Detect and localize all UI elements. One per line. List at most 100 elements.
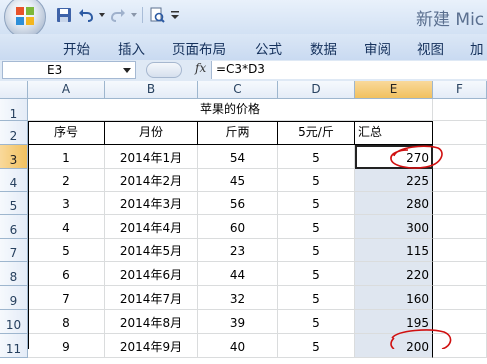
tab-formulas[interactable]: 公式 <box>255 38 282 58</box>
tab-page-layout[interactable]: 页面布局 <box>172 38 226 58</box>
cell-weight[interactable]: 56 <box>198 192 278 215</box>
cell-f[interactable] <box>433 262 487 286</box>
column-header-c[interactable]: C <box>198 81 278 99</box>
cell-total[interactable]: 220 <box>355 262 433 286</box>
cell-month[interactable]: 2014年8月 <box>105 310 198 334</box>
cell-total[interactable]: 300 <box>355 215 433 239</box>
header-cell-weight[interactable]: 斤两 <box>198 121 278 145</box>
tab-addins[interactable]: 加 <box>470 38 484 58</box>
column-header-b[interactable]: B <box>105 81 198 99</box>
cell-f2[interactable] <box>433 121 487 145</box>
redo-dropdown-icon[interactable] <box>130 5 138 25</box>
cell-month[interactable]: 2014年7月 <box>105 286 198 310</box>
chevron-down-icon[interactable] <box>123 68 131 73</box>
cell-f[interactable] <box>433 192 487 215</box>
cell-month[interactable]: 2014年6月 <box>105 262 198 286</box>
column-header-e[interactable]: E <box>355 81 433 99</box>
cell-index[interactable]: 5 <box>28 239 105 262</box>
row-header-3[interactable]: 3 <box>0 145 28 169</box>
cell-index[interactable]: 7 <box>28 286 105 310</box>
cell-total[interactable]: 200 <box>355 334 433 358</box>
save-icon[interactable] <box>54 5 74 25</box>
cell-price[interactable]: 5 <box>278 192 355 215</box>
row-header-1[interactable]: 1 <box>0 99 28 121</box>
cell-price[interactable]: 5 <box>278 169 355 192</box>
row-header-10[interactable]: 10 <box>0 310 28 334</box>
tab-view[interactable]: 视图 <box>417 38 444 58</box>
cell-weight[interactable]: 23 <box>198 239 278 262</box>
office-button[interactable] <box>4 0 46 38</box>
row-header-5[interactable]: 5 <box>0 192 28 215</box>
cell-month[interactable]: 2014年1月 <box>105 145 198 169</box>
cell-month[interactable]: 2014年2月 <box>105 169 198 192</box>
cell-index[interactable]: 2 <box>28 169 105 192</box>
cell-total[interactable]: 280 <box>355 192 433 215</box>
cell-month[interactable]: 2014年9月 <box>105 334 198 358</box>
select-all-corner[interactable] <box>0 81 28 99</box>
row-header-7[interactable]: 7 <box>0 239 28 262</box>
cell-index[interactable]: 8 <box>28 310 105 334</box>
cell-f[interactable] <box>433 310 487 334</box>
name-box[interactable]: E3 <box>2 61 136 79</box>
cell-price[interactable]: 5 <box>278 215 355 239</box>
cell-month[interactable]: 2014年5月 <box>105 239 198 262</box>
row-header-4[interactable]: 4 <box>0 169 28 192</box>
column-header-f[interactable]: F <box>433 81 487 99</box>
column-header-d[interactable]: D <box>278 81 355 99</box>
cell-total[interactable]: 270 <box>355 145 433 169</box>
cell-weight[interactable]: 32 <box>198 286 278 310</box>
tab-data[interactable]: 数据 <box>310 38 337 58</box>
cell-index[interactable]: 4 <box>28 215 105 239</box>
cell-month[interactable]: 2014年3月 <box>105 192 198 215</box>
cell-total[interactable]: 115 <box>355 239 433 262</box>
redo-icon[interactable] <box>108 5 128 25</box>
row-header-2[interactable]: 2 <box>0 121 28 145</box>
undo-dropdown-icon[interactable] <box>98 5 106 25</box>
header-cell-index[interactable]: 序号 <box>28 121 105 145</box>
tab-home[interactable]: 开始 <box>63 38 90 58</box>
customize-dropdown-icon[interactable] <box>169 5 181 25</box>
cell-weight[interactable]: 54 <box>198 145 278 169</box>
cell-index[interactable]: 1 <box>28 145 105 169</box>
tab-review[interactable]: 审阅 <box>364 38 391 58</box>
cell-price[interactable]: 5 <box>278 334 355 358</box>
header-cell-month[interactable]: 月份 <box>105 121 198 145</box>
cell-index[interactable]: 9 <box>28 334 105 358</box>
row-header-6[interactable]: 6 <box>0 215 28 239</box>
cell-f[interactable] <box>433 239 487 262</box>
formula-bar-buttons[interactable] <box>146 62 182 78</box>
cell-total[interactable]: 160 <box>355 286 433 310</box>
cell-total[interactable]: 195 <box>355 310 433 334</box>
sheet-title-cell[interactable]: 苹果的价格 <box>28 99 433 121</box>
row-header-8[interactable]: 8 <box>0 262 28 286</box>
cell-weight[interactable]: 40 <box>198 334 278 358</box>
cell-total[interactable]: 225 <box>355 169 433 192</box>
cell-index[interactable]: 3 <box>28 192 105 215</box>
header-cell-price[interactable]: 5元/斤 <box>278 121 355 145</box>
insert-function-icon[interactable]: fx <box>195 61 206 75</box>
row-header-11[interactable]: 11 <box>0 334 28 358</box>
header-cell-total[interactable]: 汇总 <box>355 121 433 145</box>
cell-weight[interactable]: 45 <box>198 169 278 192</box>
cell-f[interactable] <box>433 286 487 310</box>
cell-index[interactable]: 6 <box>28 262 105 286</box>
cell-f[interactable] <box>433 334 487 358</box>
cell-weight[interactable]: 60 <box>198 215 278 239</box>
cell-price[interactable]: 5 <box>278 310 355 334</box>
cell-price[interactable]: 5 <box>278 262 355 286</box>
cell-price[interactable]: 5 <box>278 286 355 310</box>
cell-price[interactable]: 5 <box>278 145 355 169</box>
cell-f[interactable] <box>433 145 487 169</box>
print-preview-icon[interactable] <box>147 5 167 25</box>
tab-insert[interactable]: 插入 <box>118 38 145 58</box>
cell-f[interactable] <box>433 215 487 239</box>
cell-f[interactable] <box>433 169 487 192</box>
column-header-a[interactable]: A <box>28 81 105 99</box>
cell-price[interactable]: 5 <box>278 239 355 262</box>
cell-weight[interactable]: 44 <box>198 262 278 286</box>
undo-icon[interactable] <box>76 5 96 25</box>
cell-weight[interactable]: 39 <box>198 310 278 334</box>
formula-input[interactable]: =C3*D3 <box>211 61 487 79</box>
cell-f1[interactable] <box>433 99 487 121</box>
cell-month[interactable]: 2014年4月 <box>105 215 198 239</box>
